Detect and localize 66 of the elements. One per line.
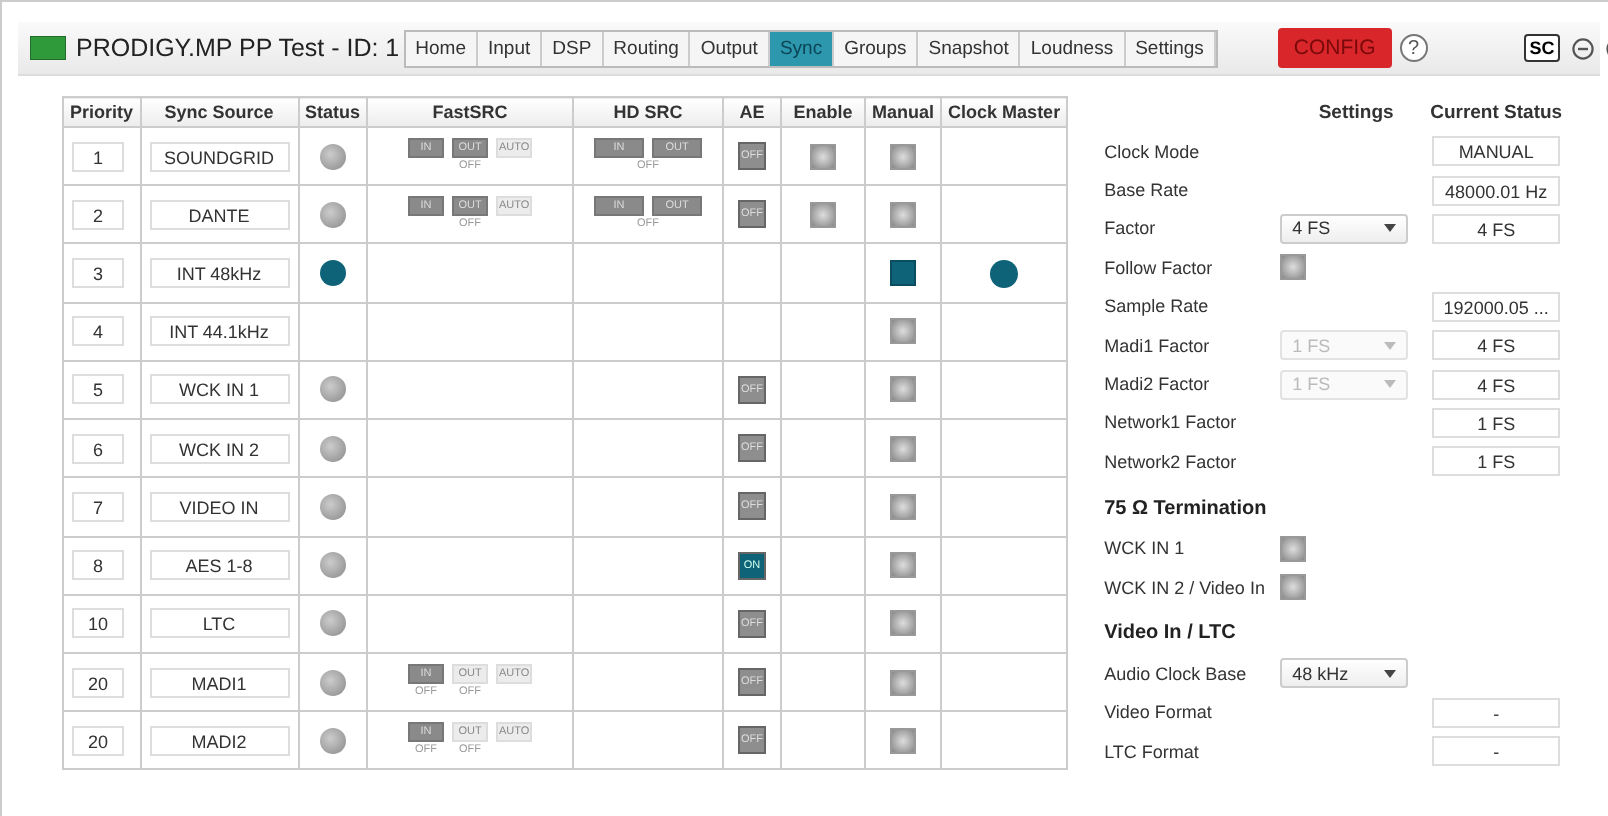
priority-field[interactable]: 2 [72, 199, 124, 230]
column-header: Settings [1316, 101, 1396, 123]
sync-source-field: MADI1 [149, 667, 290, 698]
setting-label: Network2 Factor [1104, 451, 1239, 472]
status-value: 1 FS [1432, 446, 1561, 477]
dropdown[interactable]: 48 kHz [1280, 658, 1409, 689]
column-header: HD SRC [573, 97, 724, 127]
window-title: PRODIGY.MP PP Test - ID: 1 [76, 34, 400, 62]
setting-label: WCK IN 1 [1104, 538, 1187, 559]
priority-field[interactable]: 8 [72, 550, 124, 581]
sync-source-field: DANTE [149, 199, 290, 230]
priority-field[interactable]: 1 [72, 141, 124, 172]
section-heading: Video In / LTC [1104, 622, 1238, 649]
status-value: 48000.01 Hz [1432, 175, 1561, 206]
sc-button[interactable]: SC [1523, 34, 1561, 62]
setting-label: Audio Clock Base [1104, 663, 1249, 684]
status-value: MANUAL [1432, 136, 1561, 167]
section-heading: 75 Ω Termination [1104, 497, 1269, 524]
status-value: 4 FS [1432, 213, 1561, 244]
setting-label: Madi2 Factor [1104, 374, 1212, 395]
priority-field[interactable]: 5 [72, 374, 124, 405]
setting-label: Video Format [1104, 702, 1214, 723]
sync-source-field: WCK IN 1 [149, 374, 290, 405]
setting-label: Sample Rate [1104, 296, 1211, 317]
setting-label: Madi1 Factor [1104, 335, 1212, 356]
priority-field[interactable]: 20 [72, 667, 124, 698]
setting-label: WCK IN 2 / Video In [1104, 577, 1267, 598]
setting-label: LTC Format [1104, 741, 1201, 762]
setting-label: Follow Factor [1104, 257, 1215, 278]
status-value: 1 FS [1432, 407, 1561, 438]
nav-tab[interactable]: Sync [769, 31, 835, 65]
column-header: Clock Master [941, 97, 1068, 127]
config-button[interactable]: CONFIG [1277, 28, 1392, 68]
sync-source-field: MADI2 [149, 725, 290, 756]
column-header: AE [723, 97, 782, 127]
sync-source-field: SOUNDGRID [149, 141, 290, 172]
column-header: Enable [781, 97, 866, 127]
dropdown[interactable]: 4 FS [1280, 213, 1409, 244]
status-value: - [1432, 736, 1561, 767]
setting-label: Clock Mode [1104, 141, 1202, 162]
column-header: Status [298, 97, 368, 127]
sync-source-field: LTC [149, 608, 290, 639]
sync-source-field: WCK IN 2 [149, 433, 290, 464]
sync-source-field: AES 1-8 [149, 550, 290, 581]
setting-label: Base Rate [1104, 180, 1191, 201]
sync-source-field: INT 48kHz [149, 258, 290, 289]
column-header: Manual [865, 97, 942, 127]
status-value: 192000.05 ... [1432, 291, 1561, 322]
status-value: 4 FS [1432, 369, 1561, 400]
column-header: FastSRC [367, 97, 574, 127]
priority-field[interactable]: 7 [72, 491, 124, 522]
priority-field[interactable]: 3 [72, 258, 124, 289]
priority-field[interactable]: 20 [72, 725, 124, 756]
column-header: Sync Source [140, 97, 299, 127]
status-value: 4 FS [1432, 330, 1561, 361]
status-value: - [1432, 697, 1561, 728]
priority-field[interactable]: 10 [72, 608, 124, 639]
priority-field[interactable]: 4 [72, 316, 124, 347]
column-header: Priority [63, 97, 141, 127]
setting-label: Factor [1104, 218, 1158, 239]
priority-field[interactable]: 6 [72, 433, 124, 464]
sync-source-field: VIDEO IN [149, 491, 290, 522]
sync-source-field: INT 44.1kHz [149, 316, 290, 347]
column-header: Current Status [1432, 101, 1561, 123]
help-button[interactable]: ? [1399, 34, 1428, 62]
setting-label: Network1 Factor [1104, 412, 1239, 433]
